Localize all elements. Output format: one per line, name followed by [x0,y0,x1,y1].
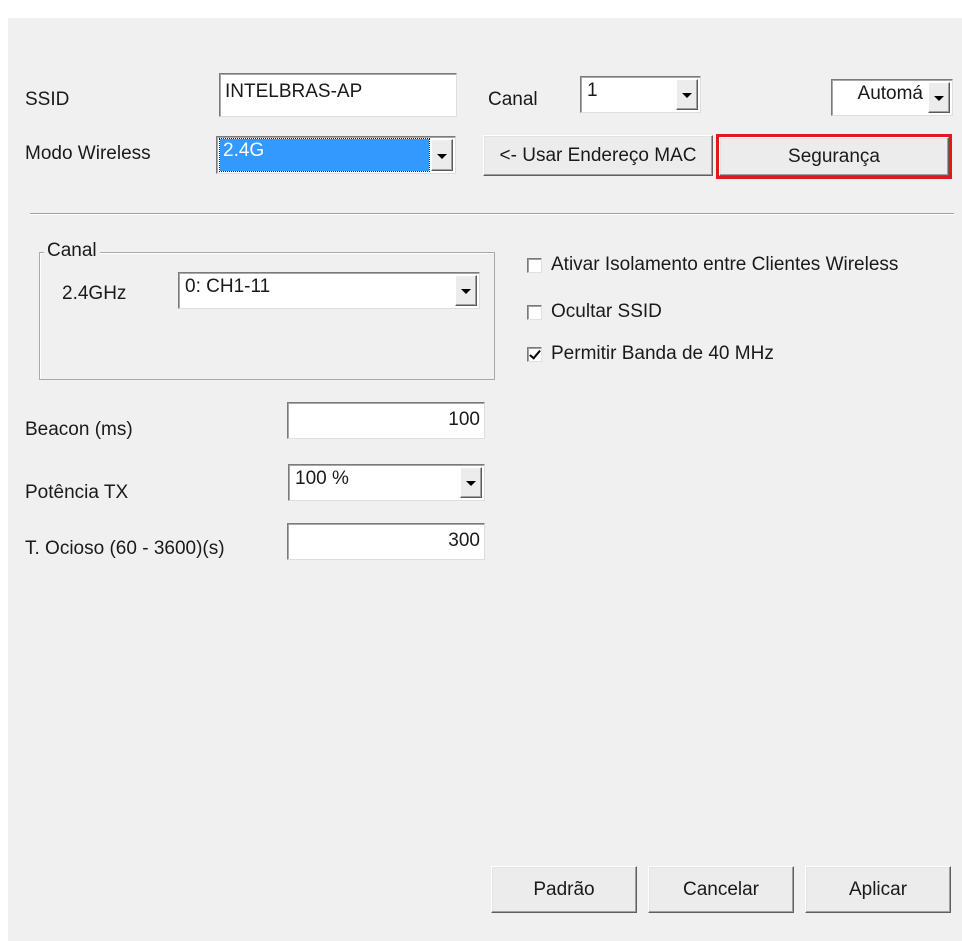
checkbox-box[interactable] [527,304,542,320]
channel-label: Canal [488,89,538,110]
checkbox-label: Ativar Isolamento entre Clientes Wireles… [551,254,899,275]
hide-ssid-checkbox[interactable]: Ocultar SSID [527,301,662,323]
ssid-input[interactable]: INTELBRAS-AP [219,73,457,117]
security-button[interactable]: Segurança [716,134,952,179]
chevron-down-icon[interactable] [928,82,950,113]
wireless-mode-select-value: 2.4G [219,138,430,172]
apply-button[interactable]: Aplicar [805,866,951,913]
chevron-down-icon[interactable] [455,275,477,306]
chevron-down-icon[interactable] [460,467,482,498]
beacon-label: Beacon (ms) [25,419,133,440]
band-channel-select-value: 0: CH1-11 [185,276,271,297]
client-isolation-checkbox[interactable]: Ativar Isolamento entre Clientes Wireles… [527,254,898,276]
ssid-label: SSID [25,89,70,110]
use-mac-address-button[interactable]: <- Usar Endereço MAC [483,135,713,176]
chevron-down-icon[interactable] [431,139,453,171]
allow-40mhz-checkbox[interactable]: Permitir Banda de 40 MHz [527,343,774,365]
band-label: 2.4GHz [62,283,127,304]
auto-mode-select[interactable]: Automá [831,79,953,116]
chevron-down-icon[interactable] [676,79,698,110]
channel-select-value: 1 [587,80,598,101]
channel-group-title: Canal [44,240,100,262]
wireless-mode-select[interactable]: 2.4G [216,136,456,174]
default-button[interactable]: Padrão [491,866,637,913]
wireless-mode-label: Modo Wireless [25,143,151,164]
band-channel-select[interactable]: 0: CH1-11 [178,272,480,309]
beacon-input[interactable]: 100 [287,402,485,439]
checkbox-box[interactable] [527,257,542,273]
idle-timeout-label: T. Ocioso (60 - 3600)(s) [25,538,225,559]
checkbox-label: Ocultar SSID [551,301,662,322]
section-divider [30,213,954,215]
tx-power-select-value: 100 % [295,468,349,489]
checkbox-label: Permitir Banda de 40 MHz [551,343,774,364]
idle-timeout-input[interactable]: 300 [287,523,485,560]
checkbox-checked-box[interactable] [527,346,542,362]
auto-mode-select-value: Automá [857,83,923,104]
tx-power-select[interactable]: 100 % [288,464,485,501]
cancel-button[interactable]: Cancelar [648,866,794,913]
tx-power-label: Potência TX [25,482,129,503]
channel-select[interactable]: 1 [580,76,701,113]
wireless-settings-panel: SSID INTELBRAS-AP Canal 1 Automá Modo Wi… [8,18,962,941]
